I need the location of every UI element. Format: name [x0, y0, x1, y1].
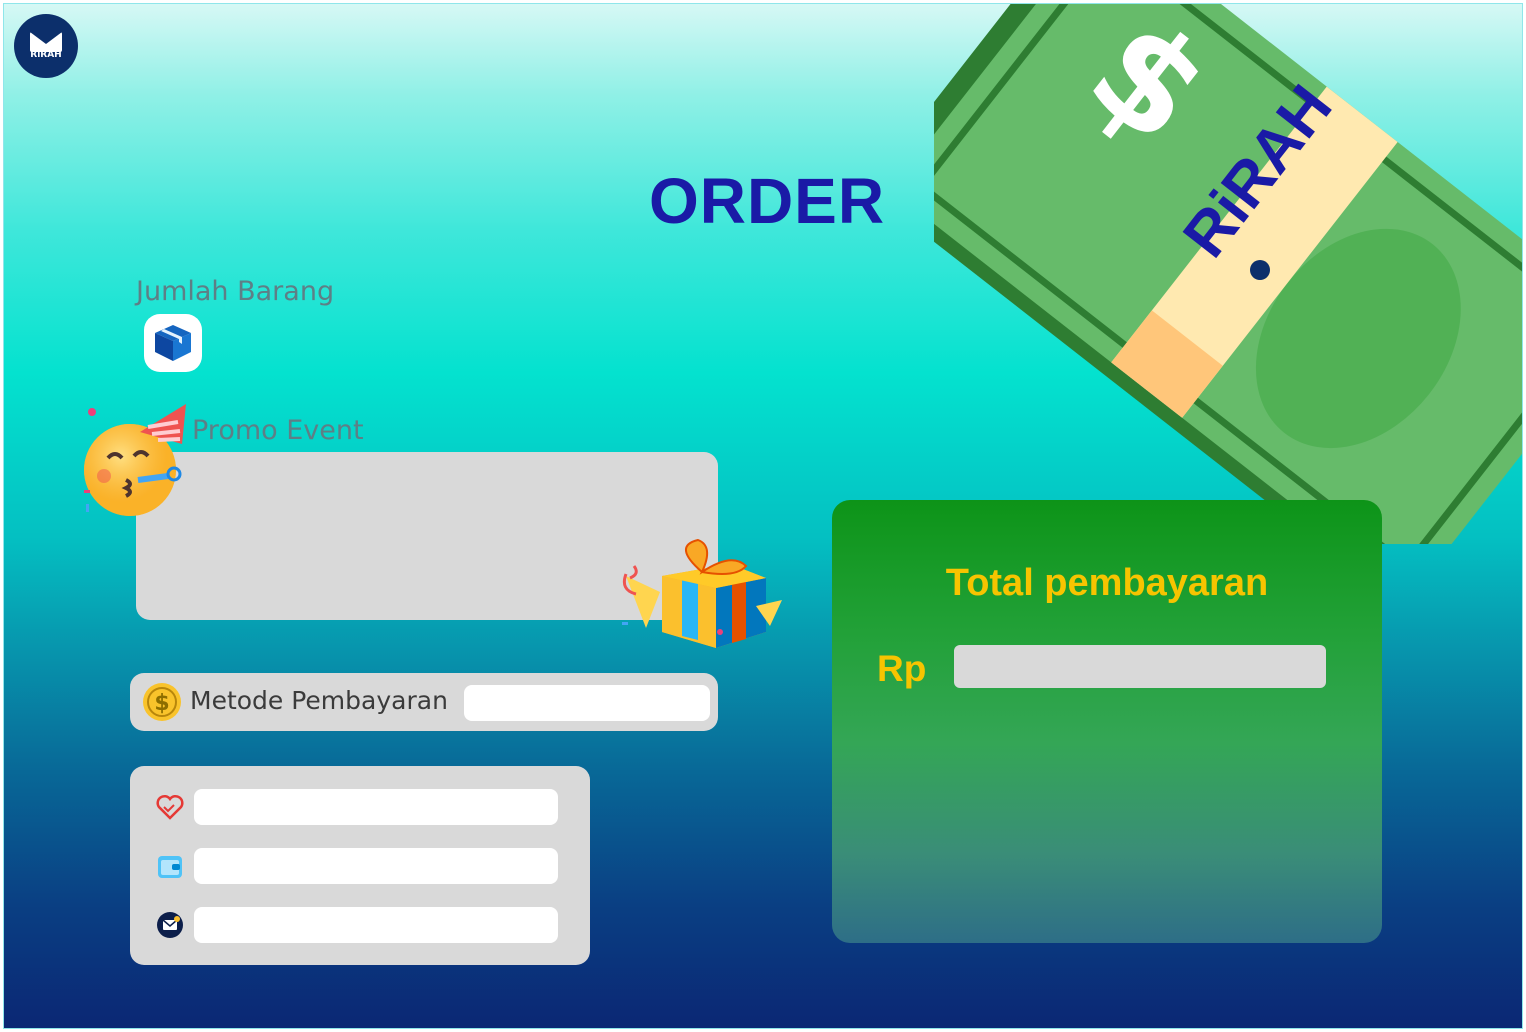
page-title: ORDER: [648, 165, 886, 237]
jumlah-barang-label: Jumlah Barang: [136, 276, 335, 307]
contact-input-2[interactable]: [194, 848, 558, 884]
payment-method-row: $ Metode Pembayaran: [130, 673, 718, 731]
gift-box-icon: [622, 538, 782, 648]
total-payment-card: Total pembayaran Rp: [832, 500, 1382, 943]
coin-icon: $: [143, 683, 181, 721]
contact-row-handshake: [130, 789, 590, 825]
contact-input-1[interactable]: [194, 789, 558, 825]
party-face-icon: [84, 404, 186, 516]
total-amount-input[interactable]: [954, 645, 1326, 688]
order-screen: RiRAH $ RiRAH ORDER Jumlah Barang Promo …: [3, 3, 1523, 1029]
promo-event-label: Promo Event: [192, 415, 364, 446]
banknote-illustration: $ RiRAH: [934, 4, 1522, 544]
envelope-icon: [30, 32, 62, 52]
rirah-logo[interactable]: RiRAH: [14, 14, 78, 78]
contact-panel: [130, 766, 590, 965]
payment-method-label: Metode Pembayaran: [190, 686, 448, 715]
handshake-heart-icon: [156, 794, 184, 820]
currency-label: Rp: [877, 648, 927, 689]
contact-input-3[interactable]: [194, 907, 558, 943]
total-payment-title: Total pembayaran: [945, 562, 1269, 604]
package-button[interactable]: [144, 314, 202, 372]
svg-text:$: $: [154, 691, 169, 716]
payment-method-input[interactable]: [464, 685, 710, 721]
package-icon: [155, 325, 191, 361]
mail-icon: [157, 912, 183, 938]
contact-row-mail: [130, 907, 590, 943]
banknote-logo-icon: [1250, 260, 1270, 280]
wallet-icon: [158, 856, 182, 878]
contact-row-wallet: [130, 848, 590, 884]
